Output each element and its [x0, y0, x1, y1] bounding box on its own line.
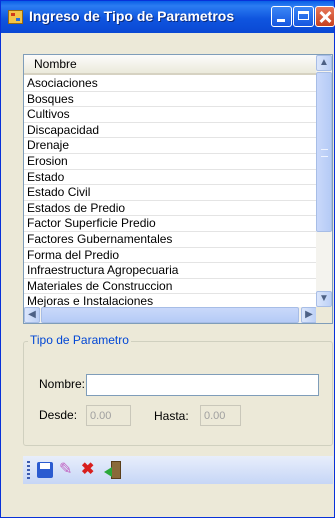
- nombre-label: Nombre:: [39, 377, 86, 391]
- column-header-nombre[interactable]: Nombre: [24, 55, 317, 75]
- hasta-label: Hasta:: [154, 409, 189, 423]
- list-item[interactable]: Discapacidad: [24, 123, 317, 139]
- horizontal-scroll-thumb[interactable]: [41, 307, 299, 323]
- list-item[interactable]: Erosion: [24, 154, 317, 170]
- maximize-icon[interactable]: [293, 6, 314, 27]
- scrollbar-corner: [316, 307, 332, 323]
- hasta-field[interactable]: [200, 405, 241, 426]
- scroll-left-icon[interactable]: ◀: [24, 307, 40, 323]
- scroll-down-icon[interactable]: ▼: [316, 291, 332, 307]
- list-item[interactable]: Cultivos: [24, 107, 317, 123]
- title-bar[interactable]: Ingreso de Tipo de Parametros: [1, 1, 335, 33]
- delete-icon[interactable]: ✖: [81, 460, 101, 480]
- list-item[interactable]: Factores Gubernamentales: [24, 232, 317, 248]
- save-icon[interactable]: [35, 460, 55, 480]
- vertical-scrollbar[interactable]: ▲ ▼: [316, 55, 332, 307]
- list-item[interactable]: Estado Civil: [24, 185, 317, 201]
- close-icon[interactable]: [315, 6, 335, 27]
- edit-icon[interactable]: ✎: [59, 460, 79, 480]
- list-item[interactable]: Infraestructura Agropecuaria: [24, 263, 317, 279]
- parameter-type-group: Tipo de Parametro Nombre: Desde: Hasta:: [23, 333, 333, 446]
- toolbar-grip-icon[interactable]: [27, 461, 30, 479]
- window-title: Ingreso de Tipo de Parametros: [29, 8, 235, 24]
- list-item[interactable]: Estado: [24, 170, 317, 186]
- scroll-up-icon[interactable]: ▲: [316, 55, 332, 71]
- minimize-icon[interactable]: [271, 6, 292, 27]
- horizontal-scrollbar[interactable]: ◀ ▶: [24, 307, 317, 323]
- desde-field[interactable]: [86, 405, 131, 426]
- app-icon: [8, 10, 23, 24]
- nombre-field[interactable]: [86, 374, 319, 396]
- list-item[interactable]: Estados de Predio: [24, 201, 317, 217]
- exit-icon[interactable]: [103, 460, 123, 480]
- list-item[interactable]: Asociaciones: [24, 76, 317, 92]
- list-item[interactable]: Bosques: [24, 92, 317, 108]
- window: Ingreso de Tipo de Parametros Nombre Aso…: [0, 0, 335, 518]
- scroll-right-icon[interactable]: ▶: [301, 307, 317, 323]
- list-rows: Asociaciones Bosques Cultivos Discapacidad D…: [24, 76, 317, 310]
- toolbar: ✎ ✖: [23, 456, 333, 484]
- desde-label: Desde:: [39, 408, 78, 422]
- vertical-scroll-thumb[interactable]: [316, 72, 332, 232]
- list-item[interactable]: Drenaje: [24, 138, 317, 154]
- parameter-type-list[interactable]: Nombre Asociaciones Bosques Cultivos Discap…: [23, 54, 333, 324]
- list-item[interactable]: Factor Superficie Predio: [24, 216, 317, 232]
- group-title: Tipo de Parametro: [28, 333, 131, 347]
- list-item[interactable]: Materiales de Construccion: [24, 279, 317, 295]
- list-item[interactable]: Forma del Predio: [24, 248, 317, 264]
